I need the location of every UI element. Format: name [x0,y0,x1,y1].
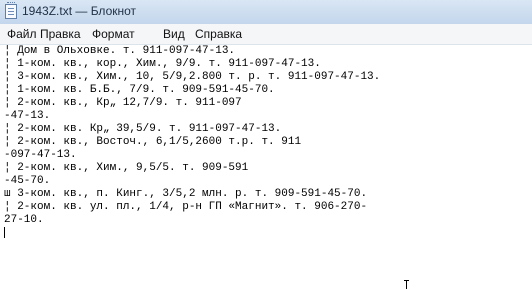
text-line-14: 27-10. [4,214,44,226]
text-line-13: ¦ 2-ком. кв. ул. пл., 1/4, р-н ГП «Магни… [4,201,368,213]
text-line-7: ¦ 2-ком. кв. Кр„ 39,5/9. т. 911-097-47-1… [4,123,282,135]
text-line-11: -45-70. [4,175,51,187]
text-line-2: ¦ 1-ком. кв., кор., Хим., 9/9. т. 911-09… [4,58,321,70]
menu-format[interactable]: Формат [92,27,135,41]
text-line-10: ¦ 2-ком. кв., Хим., 9,5/5. т. 909-591 [4,162,249,174]
notepad-icon [5,2,17,19]
text-line-3: ¦ 3-ком. кв., Хим., 10, 5/9,2.800 т. р. … [4,71,381,83]
menu-edit[interactable]: Правка [40,27,81,41]
text-line-9: -097-47-13. [4,149,77,161]
window-title: 1943Z.txt — Блокнот [22,4,137,18]
text-editor[interactable]: ¦ Дом в Ольховке. т. 911-097-47-13. ¦ 1-… [0,45,532,289]
text-line-1: ¦ Дом в Ольховке. т. 911-097-47-13. [4,45,236,57]
text-line-4: ¦ 1-ком. кв. Б.Б., 7/9. т. 909-591-45-70… [4,84,275,96]
menu-view[interactable]: Вид [163,27,185,41]
text-line-6: -47-13. [4,110,51,122]
text-line-12: ш 3-ком. кв., п. Кинг., 3/5,2 млн. р. т.… [4,188,368,200]
menu-bar: Файл Правка Формат Вид Справка [0,24,532,45]
text-line-5: ¦ 2-ком. кв., Кр„ 12,7/9. т. 911-097 [4,97,242,109]
notepad-window: 1943Z.txt — Блокнот Файл Правка Формат В… [0,0,532,289]
title-bar[interactable]: 1943Z.txt — Блокнот [0,0,532,25]
mouse-ibeam-cursor [404,280,409,289]
menu-file[interactable]: Файл [7,27,37,41]
menu-help[interactable]: Справка [195,27,242,41]
text-line-8: ¦ 2-ком. кв., Восточ., 6,1/5,2600 т.р. т… [4,136,302,148]
text-caret [4,227,5,238]
